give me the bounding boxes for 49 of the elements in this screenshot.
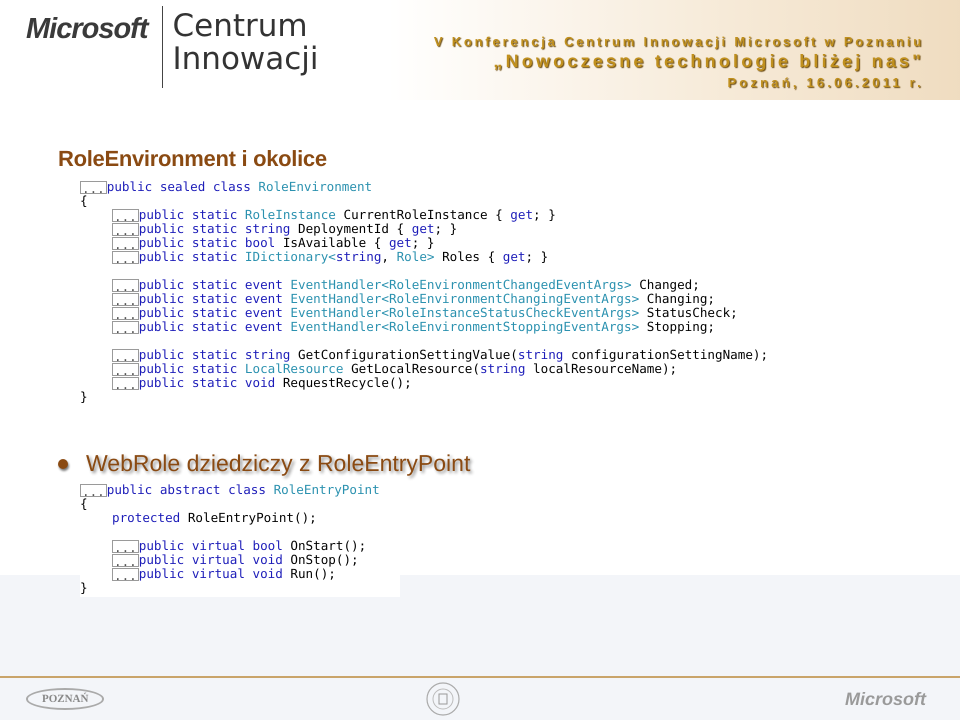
- code-line: public static event EventHandler<RoleInstanceStatusCheckEventArgs> StatusCheck;: [138, 306, 738, 320]
- bullet-icon: [58, 458, 68, 468]
- code-line: {: [80, 497, 88, 511]
- city-logo: POZNAŃ: [26, 688, 104, 710]
- code-line: public static string DeploymentId { get; }: [138, 222, 458, 236]
- code-line: public static event EventHandler<RoleEnvironmentChangedEventArgs> Changed;: [138, 278, 700, 292]
- brand-title: Innowacji: [172, 43, 319, 76]
- expand-button[interactable]: ...: [80, 484, 107, 496]
- code-line: public static IDictionary<string, Role> Roles { get; }: [138, 250, 548, 264]
- expand-button[interactable]: ...: [112, 376, 139, 390]
- expand-button[interactable]: ...: [80, 180, 107, 194]
- code-line: public virtual bool OnStart();: [138, 539, 366, 553]
- code-line: public static void RequestRecycle();: [138, 376, 412, 390]
- conference-motto: „Nowoczesne technologie bliżej nas": [493, 51, 924, 72]
- code-line: public static string GetConfigurationSettingValue(string configurationSettingName);: [138, 348, 768, 362]
- expand-button[interactable]: ...: [112, 236, 139, 250]
- expand-button[interactable]: ...: [112, 320, 139, 334]
- bullet-text: WebRole dziedziczy z RoleEntryPoint: [86, 450, 470, 477]
- expand-button[interactable]: ...: [112, 222, 139, 236]
- conference-title: V Konferencja Centrum Innowacji Microsoft w Poznaniu: [434, 34, 924, 49]
- code-line: public static event EventHandler<RoleEnvironmentStoppingEventArgs> Stopping;: [138, 320, 716, 334]
- conference-date: Poznań, 16.06.2011 r.: [727, 75, 924, 90]
- company-logo: Microsoft: [26, 13, 148, 46]
- code-line: public static LocalResource GetLocalResource(string localResourceName);: [138, 362, 678, 376]
- code-line: {: [80, 194, 88, 208]
- expand-button[interactable]: ...: [112, 208, 139, 222]
- code-line: public static event EventHandler<RoleEnvironmentChangingEventArgs> Changing;: [138, 292, 716, 306]
- code-line: }: [80, 390, 88, 404]
- expand-button[interactable]: ...: [112, 306, 139, 320]
- code-line: public virtual void OnStop();: [138, 553, 359, 567]
- expand-button[interactable]: ...: [112, 554, 139, 566]
- expand-button[interactable]: ...: [112, 348, 139, 362]
- company-logo: Microsoft: [845, 688, 926, 710]
- code-line: public abstract class RoleEntryPoint: [106, 483, 380, 497]
- expand-button[interactable]: ...: [112, 540, 139, 552]
- seal-icon: [426, 682, 460, 716]
- brand-title: Centrum: [172, 10, 309, 43]
- code-line: protected RoleEntryPoint();: [112, 511, 317, 525]
- expand-button[interactable]: ...: [112, 568, 139, 580]
- slide-title: RoleEnvironment i okolice: [58, 146, 328, 172]
- expand-button[interactable]: ...: [112, 250, 139, 264]
- expand-button[interactable]: ...: [112, 362, 139, 376]
- expand-button[interactable]: ...: [112, 292, 139, 306]
- code-line: public virtual void Run();: [138, 567, 336, 581]
- expand-button[interactable]: ...: [112, 278, 139, 292]
- code-line: public static RoleInstance CurrentRoleInstance { get; }: [138, 208, 556, 222]
- code-line: public static bool IsAvailable { get; }: [138, 236, 434, 250]
- code-line: }: [80, 581, 88, 595]
- code-line: public sealed class RoleEnvironment: [106, 180, 372, 194]
